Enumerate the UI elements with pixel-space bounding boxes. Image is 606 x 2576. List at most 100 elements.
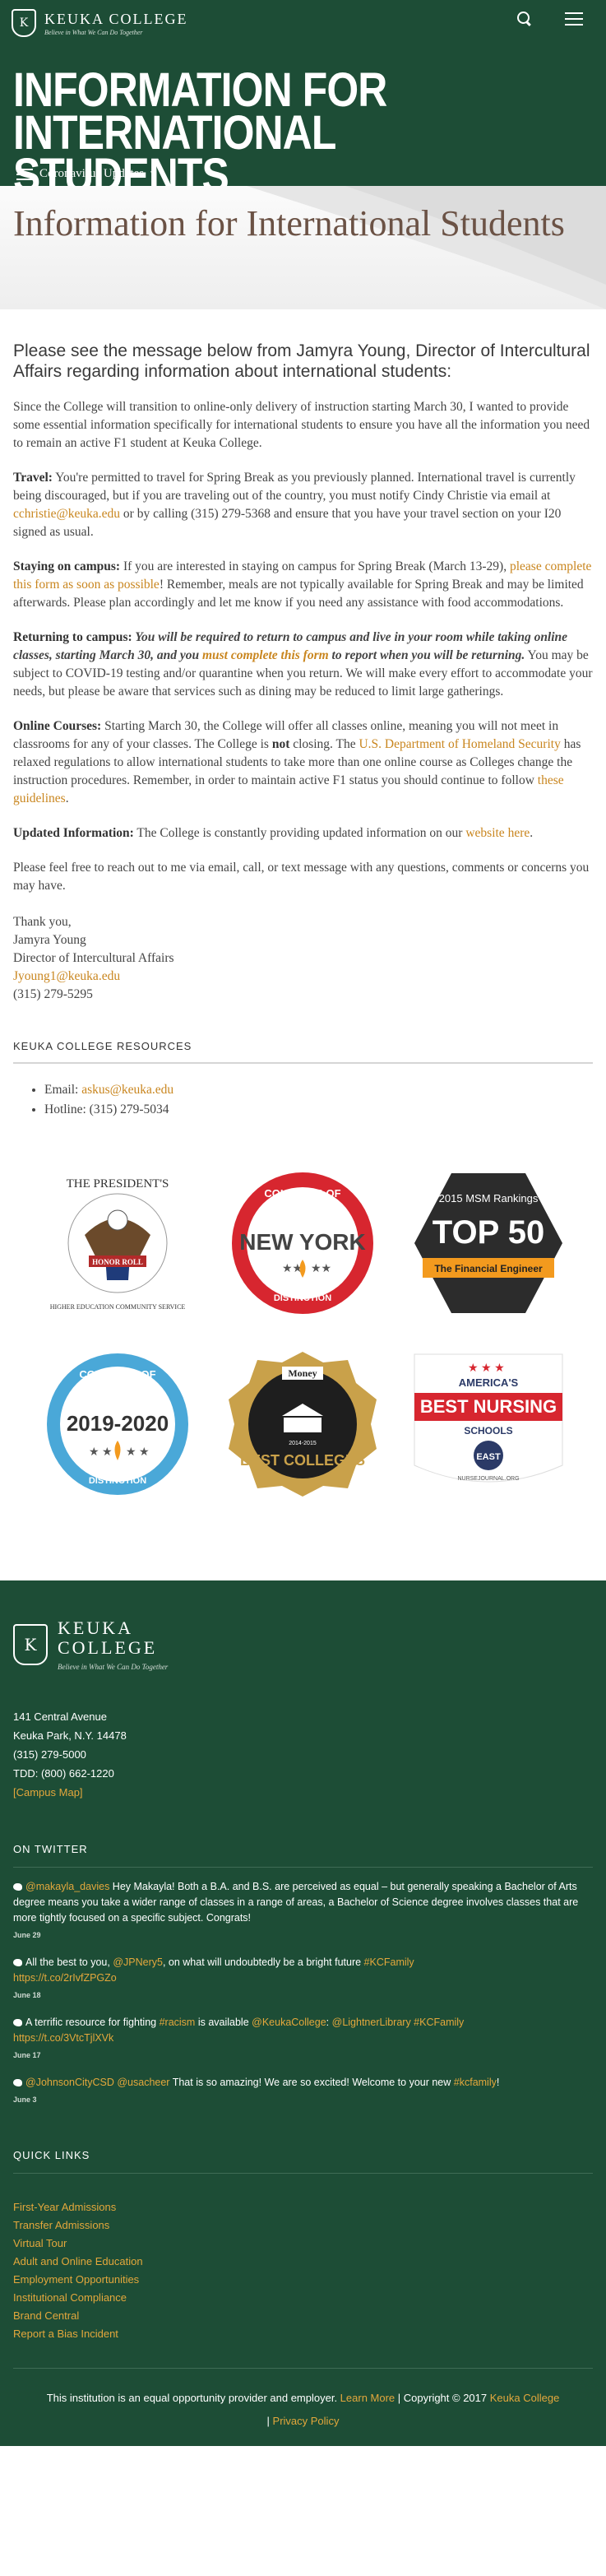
learn-more-link[interactable]: Learn More	[340, 2392, 395, 2404]
campus-heading: Staying on campus:	[13, 559, 121, 573]
tweet-separator: :	[326, 2017, 332, 2028]
search-icon[interactable]	[517, 12, 532, 26]
tweet-text: A terrific resource for fighting	[25, 2017, 160, 2028]
footer-phone: (315) 279-5000	[13, 1748, 86, 1761]
resources-hotline-item: Hotline: (315) 279-5034	[44, 1100, 593, 1120]
twitter-bird-icon	[13, 2079, 22, 2087]
online-not: not	[271, 737, 294, 751]
tweet-text-2: , on what will undoubtedly be a bright f…	[162, 1956, 364, 1968]
privacy-policy-link[interactable]: Privacy Policy	[273, 2415, 340, 2427]
chevron-down-icon: ▼	[149, 169, 157, 179]
logo-shield-icon[interactable]: K	[12, 9, 36, 37]
resources-email-label: Email:	[44, 1083, 82, 1097]
badge-side-text: HIGHER EDUCATION COMMUNITY SERVICE	[50, 1303, 186, 1311]
footer-name-line1: KEUKA	[58, 1618, 133, 1638]
svg-text:★ ★ ★: ★ ★ ★	[468, 1362, 505, 1375]
campus-text: If you are interested in staying on camp…	[120, 559, 510, 573]
copyright-link[interactable]: Keuka College	[490, 2392, 560, 2404]
tweet-url-link[interactable]: https://t.co/2rIvfZPGZo	[13, 1972, 117, 1984]
tweet-url-link[interactable]: https://t.co/3VtcTjlXVk	[13, 2032, 113, 2044]
tweet-handle-link[interactable]: @KeukaCollege	[252, 2017, 326, 2028]
tweet-item: @JohnsonCityCSD @usacheer That is so ama…	[13, 2075, 593, 2108]
footer-tdd: TDD: (800) 662-1220	[13, 1767, 114, 1780]
address-line2: Keuka Park, N.Y. 14478	[13, 1729, 127, 1742]
badge-main-text: TOP 50	[433, 1214, 544, 1251]
badge-brand-text: Money	[289, 1367, 317, 1379]
badge-main-text: BEST NURSING	[420, 1396, 557, 1417]
updated-end: .	[530, 826, 534, 840]
badge-year-text: 2014-2015	[289, 1441, 317, 1446]
intro-paragraph: Since the College will transition to onl…	[13, 400, 590, 450]
footer-tagline: Believe in What We Can Do Together	[58, 1663, 169, 1671]
quick-link-report-bias[interactable]: Report a Bias Incident	[13, 2325, 593, 2343]
separator: |	[395, 2392, 404, 2404]
tweet-handle-link-2[interactable]: @LightnerLibrary	[332, 2017, 411, 2028]
tweet-handle-link-2[interactable]: @usacheer	[114, 2077, 169, 2088]
quick-link-adult-online-education[interactable]: Adult and Online Education	[13, 2253, 593, 2271]
quick-link-virtual-tour[interactable]: Virtual Tour	[13, 2235, 593, 2253]
hamburger-menu-icon[interactable]	[565, 12, 583, 26]
tweet-handle-link[interactable]: @makayla_davies	[25, 1881, 109, 1892]
badge-sub-text: SCHOOLS	[464, 1425, 512, 1437]
logo[interactable]: KEUKA COLLEGE Believe in What We Can Do …	[44, 11, 187, 36]
tweet-handle-link[interactable]: @JohnsonCityCSD	[25, 2077, 114, 2088]
resources-email-link[interactable]: askus@keuka.edu	[81, 1083, 173, 1097]
tweet-handle-link[interactable]: @JPNery5	[113, 1956, 163, 1968]
logo-name: KEUKA COLLEGE	[44, 10, 188, 27]
quick-link-employment[interactable]: Employment Opportunities	[13, 2271, 593, 2289]
badge-top-text: COLLEGES OF	[79, 1368, 155, 1381]
online-text-4: .	[65, 791, 69, 805]
subnav-menu[interactable]: Coronavirus Updates ▼	[16, 167, 157, 181]
returning-emphasis-2: to report when you will be returning.	[328, 648, 525, 662]
colleges-of-distinction-ny-badge: COLLEGES OF NEW YORK ★★ ★★ DISTINCTION	[210, 1169, 396, 1317]
twitter-bird-icon	[13, 1883, 22, 1891]
quick-link-transfer-admissions[interactable]: Transfer Admissions	[13, 2216, 593, 2235]
tweet-text: All the best to you,	[25, 1956, 113, 1968]
tweet-text-2: is available	[195, 2017, 252, 2028]
footer-address: 141 Central Avenue Keuka Park, N.Y. 1447…	[13, 1707, 593, 1802]
best-nursing-schools-badge: ★ ★ ★ AMERICA'S BEST NURSING SCHOOLS EAS…	[396, 1350, 581, 1498]
quick-link-brand-central[interactable]: Brand Central	[13, 2307, 593, 2325]
copyright-text: Copyright © 2017	[403, 2392, 490, 2404]
signature: Thank you, Jamyra Young Director of Inte…	[13, 913, 593, 1004]
main-content: Please see the message below from Jamyra…	[0, 341, 606, 1580]
quick-link-first-year-admissions[interactable]: First-Year Admissions	[13, 2198, 593, 2216]
subnav-menu-icon	[16, 168, 33, 180]
tweet-hashtag-link[interactable]: #KCFamily	[364, 1956, 414, 1968]
tweet-hashtag-link-2[interactable]: #KCFamily	[411, 2017, 464, 2028]
tweet-hashtag-link[interactable]: #racism	[160, 2017, 196, 2028]
online-heading: Online Courses:	[13, 719, 102, 733]
tweet-text: That is so amazing! We are so excited! W…	[169, 2077, 454, 2088]
online-text-2: closing. The	[293, 737, 359, 751]
tweet-date: June 17	[13, 2051, 41, 2059]
badge-url-text: NURSEJOURNAL.ORG	[458, 1476, 520, 1482]
badge-bottom-text: DISTINCTION	[274, 1293, 331, 1303]
travel-paragraph: Travel: You're permitted to travel for S…	[13, 469, 593, 541]
page-title: Information for International Students	[13, 203, 565, 244]
footer-logo[interactable]: K KEUKA COLLEGE Believe in What We Can D…	[13, 1618, 593, 1671]
subnav-label: Coronavirus Updates	[39, 167, 145, 180]
tweet-date: June 18	[13, 1991, 41, 1999]
tweet-hashtag-link[interactable]: #kcfamily	[454, 2077, 497, 2088]
footer-logo-shield-icon: K	[13, 1624, 48, 1665]
website-link[interactable]: website here	[465, 826, 530, 840]
badge-region-text: EAST	[476, 1452, 501, 1462]
signature-email-link[interactable]: Jyoung1@keuka.edu	[13, 969, 120, 983]
dhs-link[interactable]: U.S. Department of Homeland Security	[359, 737, 560, 751]
hero-title-line1: INFORMATION FOR INTERNATIONAL	[13, 63, 387, 160]
tweet-text-end: !	[496, 2077, 500, 2088]
returning-form-link[interactable]: must complete this form	[202, 648, 329, 662]
signature-name: Jamyra Young	[13, 933, 86, 947]
travel-email-link[interactable]: cchristie@keuka.edu	[13, 507, 120, 521]
quick-link-institutional-compliance[interactable]: Institutional Compliance	[13, 2289, 593, 2307]
updated-paragraph: Updated Information: The College is cons…	[13, 824, 593, 842]
signature-title: Director of Intercultural Affairs	[13, 951, 174, 965]
travel-text: You're permitted to travel for Spring Br…	[13, 471, 576, 503]
equal-opportunity-text: This institution is an equal opportunity…	[46, 2392, 340, 2404]
money-best-colleges-badge: Money 2014-2015 BEST COLLEGES	[210, 1350, 396, 1498]
badge-top-text: COLLEGES OF	[265, 1187, 341, 1200]
travel-heading: Travel:	[13, 471, 53, 485]
msm-top-50-badge: 2015 MSM Rankings TOP 50 The Financial E…	[396, 1169, 581, 1317]
campus-map-link[interactable]: [Campus Map]	[13, 1786, 83, 1799]
badge-main-text: NEW YORK	[240, 1229, 367, 1255]
